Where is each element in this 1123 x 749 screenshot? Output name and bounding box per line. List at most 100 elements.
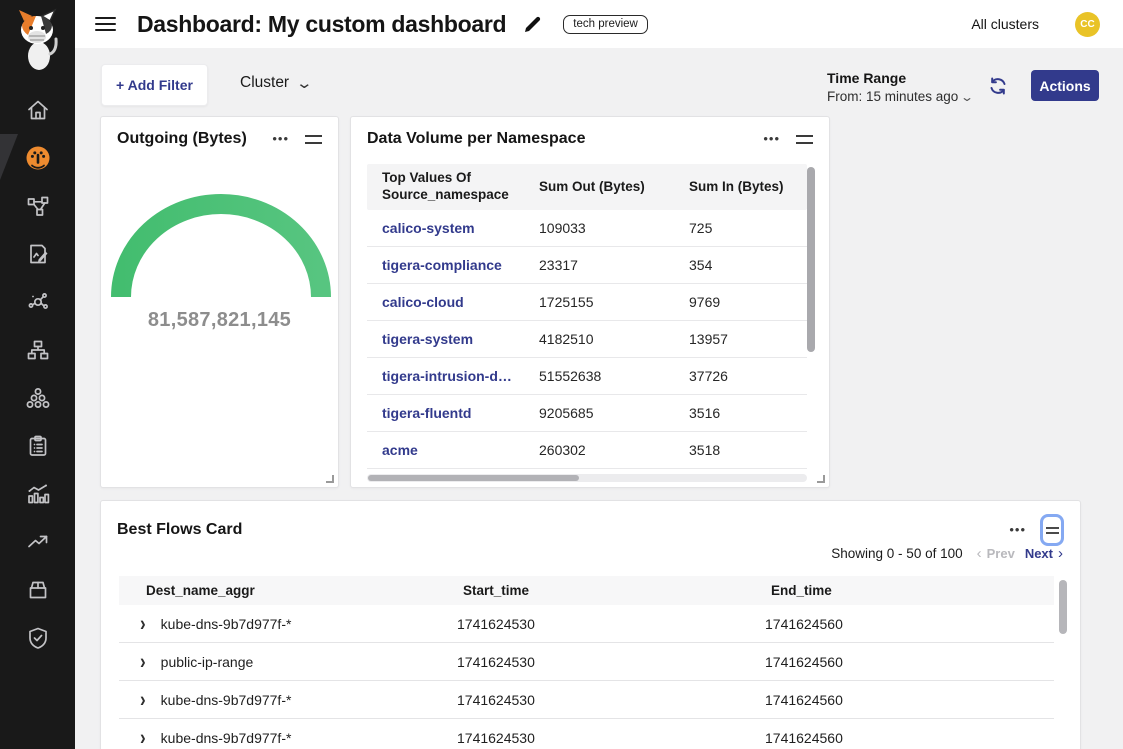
chevron-down-icon: ⌄ xyxy=(960,91,974,103)
network-molecule-icon xyxy=(25,289,51,315)
gauge-chart xyxy=(109,173,333,308)
more-menu-icon[interactable]: ••• xyxy=(761,131,782,147)
more-menu-icon[interactable]: ••• xyxy=(270,131,291,147)
sidebar-item-topology[interactable] xyxy=(0,326,75,374)
add-filter-button[interactable]: + Add Filter xyxy=(101,64,208,106)
scrollbar-thumb[interactable] xyxy=(368,475,579,481)
card-title: Best Flows Card xyxy=(117,521,242,539)
sidebar-item-trends[interactable] xyxy=(0,518,75,566)
card-title: Outgoing (Bytes) xyxy=(117,130,247,148)
namespace-link[interactable]: tigera-system xyxy=(382,331,522,347)
best-flows-card: Best Flows Card ••• Showing 0 - 50 of 10… xyxy=(100,500,1081,749)
sum-in-value: 354 xyxy=(689,257,807,273)
table-row: tigera-compliance 23317 354 xyxy=(367,247,807,284)
sum-out-value: 4182510 xyxy=(539,331,689,347)
column-header: Sum Out (Bytes) xyxy=(539,179,689,196)
menu-hamburger-icon[interactable] xyxy=(95,17,116,32)
scrollbar-thumb[interactable] xyxy=(807,167,815,352)
start-time: 1741624530 xyxy=(457,616,765,632)
sum-out-value: 51552638 xyxy=(539,368,689,384)
cluster-scope-selector[interactable]: All clusters xyxy=(971,16,1039,32)
expand-row-icon[interactable]: › xyxy=(140,651,146,672)
app-window: Dashboard: My custom dashboard tech prev… xyxy=(0,0,1123,749)
sum-out-value: 1725155 xyxy=(539,294,689,310)
scrollbar-thumb[interactable] xyxy=(1059,580,1067,634)
sidebar-item-clusters[interactable] xyxy=(0,374,75,422)
resize-handle[interactable] xyxy=(817,475,825,483)
dest-name: public-ip-range xyxy=(161,654,254,670)
column-header: Sum In (Bytes) xyxy=(689,179,807,196)
pagination: Showing 0 - 50 of 100 ‹ Prev Next › xyxy=(831,545,1063,562)
expand-row-icon[interactable]: › xyxy=(140,613,146,634)
table-header-row: Dest_name_aggr Start_time End_time xyxy=(119,576,1054,605)
dashboard-gauge-icon xyxy=(24,144,52,172)
sidebar-item-security[interactable] xyxy=(0,614,75,662)
drag-handle-icon[interactable] xyxy=(305,135,322,144)
sidebar-item-home[interactable] xyxy=(0,86,75,134)
table-row: tigera-system 4182510 13957 xyxy=(367,321,807,358)
namespace-link[interactable]: calico-system xyxy=(382,220,522,236)
namespace-link[interactable]: calico-cloud xyxy=(382,294,522,310)
start-time: 1741624530 xyxy=(457,692,765,708)
document-edit-icon xyxy=(25,241,51,267)
trend-arrow-icon xyxy=(25,529,51,555)
table-row: calico-system 109033 725 xyxy=(367,210,807,247)
horizontal-scrollbar xyxy=(367,474,807,482)
expand-row-icon[interactable]: › xyxy=(140,689,146,710)
sum-out-value: 260302 xyxy=(539,442,689,458)
drag-handle-focused[interactable] xyxy=(1040,514,1064,546)
sidebar-item-service-graph[interactable] xyxy=(0,182,75,230)
end-time: 1741624560 xyxy=(765,654,1054,670)
next-page-button[interactable]: Next › xyxy=(1025,545,1063,562)
flows-table: Dest_name_aggr Start_time End_time › kub… xyxy=(119,576,1054,749)
sum-in-value: 13957 xyxy=(689,331,807,347)
drag-handle-icon[interactable] xyxy=(796,135,813,144)
namespace-link[interactable]: tigera-fluentd xyxy=(382,405,522,421)
calico-cat-logo xyxy=(13,8,61,72)
gauge-value: 81,587,821,145 xyxy=(101,309,338,332)
dest-name: kube-dns-9b7d977f-* xyxy=(161,730,292,746)
refresh-icon[interactable] xyxy=(988,76,1008,96)
more-menu-icon[interactable]: ••• xyxy=(1007,522,1028,538)
table-row: calico-cloud 1725155 9769 xyxy=(367,284,807,321)
sidebar-nav xyxy=(0,86,75,662)
tech-preview-badge: tech preview xyxy=(563,15,648,34)
table-row: › public-ip-range 1741624530 1741624560 xyxy=(119,643,1054,681)
user-avatar[interactable]: CC xyxy=(1075,12,1100,37)
start-time: 1741624530 xyxy=(457,730,765,746)
chevron-down-icon: ⌄ xyxy=(296,76,314,91)
sidebar-item-logs[interactable] xyxy=(0,230,75,278)
prev-page-button[interactable]: ‹ Prev xyxy=(977,545,1015,562)
expand-row-icon[interactable]: › xyxy=(140,727,146,748)
table-row: › kube-dns-9b7d977f-* 1741624530 1741624… xyxy=(119,719,1054,749)
actions-button[interactable]: Actions xyxy=(1031,70,1099,101)
namespace-link[interactable]: tigera-compliance xyxy=(382,257,522,273)
clipboard-list-icon xyxy=(25,433,51,459)
end-time: 1741624560 xyxy=(765,692,1054,708)
sidebar-item-inventory[interactable] xyxy=(0,566,75,614)
pencil-icon xyxy=(523,15,542,34)
cluster-grapes-icon xyxy=(25,385,51,411)
service-graph-icon xyxy=(25,193,51,219)
sitemap-icon xyxy=(25,337,51,363)
sum-in-value: 725 xyxy=(689,220,807,236)
time-range-dropdown[interactable]: From: 15 minutes ago ⌄ xyxy=(827,89,972,104)
cluster-filter-dropdown[interactable]: Cluster ⌄ xyxy=(240,74,311,92)
resize-handle[interactable] xyxy=(326,475,334,483)
sidebar-item-connections[interactable] xyxy=(0,278,75,326)
namespace-link[interactable]: tigera-intrusion-d… xyxy=(382,368,522,384)
main-content: + Add Filter Cluster ⌄ Time Range From: … xyxy=(75,48,1123,749)
vertical-scrollbar xyxy=(807,164,815,469)
table-row: › kube-dns-9b7d977f-* 1741624530 1741624… xyxy=(119,605,1054,643)
time-range-block: Time Range From: 15 minutes ago ⌄ xyxy=(827,70,972,104)
edit-dashboard-button[interactable] xyxy=(523,15,542,34)
chevron-right-icon: › xyxy=(1058,545,1063,562)
shield-check-icon xyxy=(25,625,51,651)
sidebar-item-compliance[interactable] xyxy=(0,422,75,470)
sidebar-item-statistics[interactable] xyxy=(0,470,75,518)
table-row: tigera-fluentd 9205685 3516 xyxy=(367,395,807,432)
table-header-row: Top Values Of Source_namespace Sum Out (… xyxy=(367,164,807,210)
sidebar-item-dashboards[interactable] xyxy=(0,134,75,182)
data-volume-card: Data Volume per Namespace ••• Top Values… xyxy=(350,116,830,488)
namespace-link[interactable]: acme xyxy=(382,442,522,458)
